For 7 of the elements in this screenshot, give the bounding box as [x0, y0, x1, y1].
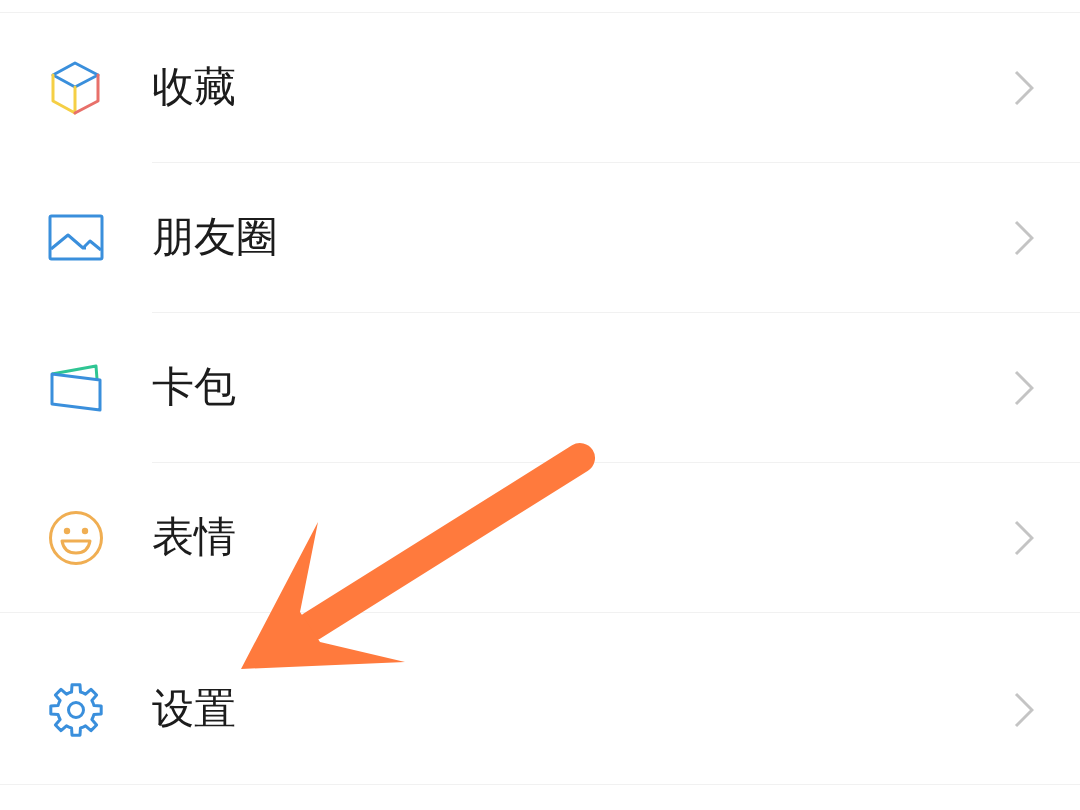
chevron-right-icon: [1014, 691, 1034, 728]
chevron-right-icon: [1014, 69, 1034, 106]
smiley-icon: [48, 509, 104, 566]
settings-icon: [48, 681, 104, 738]
chevron-right-icon: [1014, 219, 1034, 256]
chevron-right-icon: [1014, 519, 1034, 556]
chevron-right-icon: [1014, 369, 1034, 406]
